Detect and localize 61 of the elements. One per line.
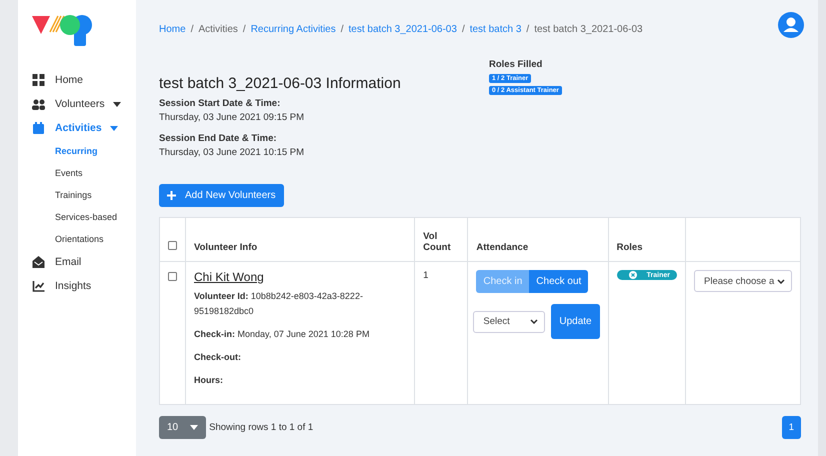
users-icon	[32, 98, 45, 110]
caret-icon	[110, 126, 118, 130]
grid-icon	[32, 74, 45, 86]
nav-subitem[interactable]: Orientations	[32, 228, 136, 250]
detail-label: Session End Date & Time:	[159, 133, 278, 144]
volunteer-detail: Check-in: Monday, 07 June 2021 10:28 PM	[194, 328, 370, 341]
breadcrumb-text: test batch 3_2021-06-03	[534, 24, 643, 34]
breadcrumb-separator: /	[242, 24, 246, 34]
logo[interactable]	[32, 14, 94, 46]
detail-label: Session Start Date & Time:	[159, 98, 282, 109]
detail-value: Thursday, 03 June 2021 09:15 PM	[159, 112, 306, 123]
table-cell: 1	[423, 270, 428, 281]
chart-icon	[32, 280, 45, 292]
column-header: Attendance	[476, 242, 528, 253]
pagination-summary: Showing rows 1 to 1 of 1	[209, 422, 314, 433]
attendance-button[interactable]: Check out	[529, 270, 588, 293]
column-header: Vol Count	[423, 231, 451, 253]
chevron-icon	[777, 278, 785, 284]
roles-heading: Roles Filled	[489, 59, 542, 70]
volunteer-detail: Volunteer Id: 10b8b242-e803-42a3-8222-95198182dbc0	[194, 290, 364, 318]
column-header: Volunteer Info	[194, 242, 258, 253]
role-select[interactable]: Please choose a	[694, 270, 792, 292]
add-volunteers-button[interactable]: Add New Volunteers	[159, 184, 284, 207]
volunteer-detail: Check-out:	[194, 351, 242, 364]
nav-item[interactable]: Activities	[32, 116, 136, 140]
breadcrumb-separator: /	[190, 24, 194, 34]
page-title: test batch 3_2021-06-03 Information	[159, 75, 402, 92]
user-avatar-icon	[778, 12, 804, 38]
nav-subitem[interactable]: Recurring	[32, 140, 136, 162]
breadcrumb-text: Activities	[198, 24, 238, 34]
column-header: Roles	[616, 242, 642, 253]
breadcrumb-separator: /	[462, 24, 465, 34]
volunteer-detail: Hours:	[194, 374, 224, 387]
checkbox[interactable]	[168, 241, 177, 250]
breadcrumb-link[interactable]: test batch 3	[470, 24, 522, 34]
plus-icon	[167, 191, 176, 200]
nav-item[interactable]: Home	[32, 68, 136, 92]
breadcrumb-link[interactable]: Home	[159, 24, 186, 34]
nav-item[interactable]: Volunteers	[32, 92, 136, 116]
calendar-icon	[32, 122, 45, 134]
remove-icon	[628, 271, 637, 279]
attendance-select[interactable]: Select	[473, 310, 546, 332]
envelope-icon	[32, 256, 45, 268]
nav-item[interactable]: Email	[32, 250, 136, 274]
page-button[interactable]: 1	[782, 416, 801, 439]
breadcrumb-separator: /	[340, 24, 344, 34]
breadcrumb-link[interactable]: test batch 3_2021-06-03	[348, 24, 457, 34]
update-button[interactable]: Update	[551, 304, 600, 339]
breadcrumb-separator: /	[526, 24, 530, 34]
page-size-button[interactable]: 10	[159, 416, 206, 439]
checkbox[interactable]	[168, 272, 177, 281]
caret-icon	[112, 102, 121, 106]
nav-item[interactable]: Insights	[32, 274, 136, 298]
breadcrumb-link[interactable]: Recurring Activities	[250, 24, 336, 34]
nav-subitem[interactable]: Trainings	[32, 184, 136, 206]
caret-icon	[190, 425, 198, 430]
detail-value: Thursday, 03 June 2021 10:15 PM	[159, 147, 306, 158]
nav-subitem[interactable]: Events	[32, 162, 136, 184]
volunteer-name-link[interactable]: Chi Kit Wong	[194, 270, 264, 284]
chevron-icon	[530, 319, 538, 324]
nav-subitem[interactable]: Services-based	[32, 206, 136, 228]
